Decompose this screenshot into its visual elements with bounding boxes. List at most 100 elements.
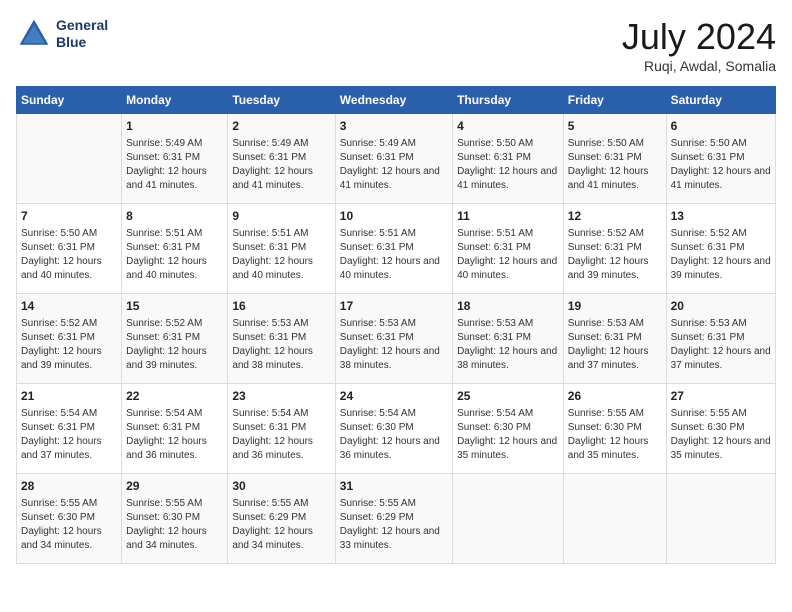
calendar-cell xyxy=(666,474,775,564)
calendar-cell: 12 Sunrise: 5:52 AMSunset: 6:31 PMDayligh… xyxy=(563,204,666,294)
day-info: Sunrise: 5:49 AMSunset: 6:31 PMDaylight:… xyxy=(126,137,223,193)
day-info: Sunrise: 5:55 AMSunset: 6:30 PMDaylight:… xyxy=(671,407,771,463)
calendar-cell: 19 Sunrise: 5:53 AMSunset: 6:31 PMDayligh… xyxy=(563,294,666,384)
day-info: Sunrise: 5:51 AMSunset: 6:31 PMDaylight:… xyxy=(340,227,448,283)
day-number: 23 xyxy=(232,388,330,405)
week-row-4: 28Sunrise: 5:55 AMSunset: 6:30 PMDayligh… xyxy=(17,474,776,564)
day-info: Sunrise: 5:49 AMSunset: 6:31 PMDaylight:… xyxy=(340,137,448,193)
day-number: 8 xyxy=(126,208,223,225)
calendar-cell: 13Sunrise: 5:52 AMSunset: 6:31 PMDayligh… xyxy=(666,204,775,294)
day-number: 31 xyxy=(340,478,448,495)
calendar-cell: 26Sunrise: 5:55 AMSunset: 6:30 PMDayligh… xyxy=(563,384,666,474)
calendar-cell: 5 Sunrise: 5:50 AMSunset: 6:31 PMDaylight… xyxy=(563,114,666,204)
day-number: 22 xyxy=(126,388,223,405)
calendar-cell: 10 Sunrise: 5:51 AMSunset: 6:31 PMDayligh… xyxy=(335,204,452,294)
day-info: Sunrise: 5:52 AMSunset: 6:31 PMDaylight:… xyxy=(21,317,117,373)
day-info: Sunrise: 5:54 AMSunset: 6:31 PMDaylight:… xyxy=(21,407,117,463)
logo-icon xyxy=(16,16,52,52)
calendar-cell: 22 Sunrise: 5:54 AMSunset: 6:31 PMDayligh… xyxy=(122,384,228,474)
day-number: 10 xyxy=(340,208,448,225)
day-number: 2 xyxy=(232,118,330,135)
day-number: 5 xyxy=(568,118,662,135)
day-info: Sunrise: 5:54 AMSunset: 6:30 PMDaylight:… xyxy=(340,407,448,463)
day-number: 1 xyxy=(126,118,223,135)
calendar-table: SundayMondayTuesdayWednesdayThursdayFrid… xyxy=(16,86,776,564)
week-row-3: 21 Sunrise: 5:54 AMSunset: 6:31 PMDayligh… xyxy=(17,384,776,474)
day-number: 15 xyxy=(126,298,223,315)
week-row-0: 1 Sunrise: 5:49 AMSunset: 6:31 PMDaylight… xyxy=(17,114,776,204)
day-info: Sunrise: 5:50 AMSunset: 6:31 PMDaylight:… xyxy=(457,137,559,193)
header-cell-friday: Friday xyxy=(563,87,666,114)
day-number: 20 xyxy=(671,298,771,315)
day-number: 13 xyxy=(671,208,771,225)
calendar-cell: 3 Sunrise: 5:49 AMSunset: 6:31 PMDaylight… xyxy=(335,114,452,204)
day-info: Sunrise: 5:55 AMSunset: 6:29 PMDaylight:… xyxy=(340,497,448,553)
day-number: 4 xyxy=(457,118,559,135)
header-cell-thursday: Thursday xyxy=(453,87,564,114)
day-number: 6 xyxy=(671,118,771,135)
calendar-cell: 1 Sunrise: 5:49 AMSunset: 6:31 PMDaylight… xyxy=(122,114,228,204)
header-cell-saturday: Saturday xyxy=(666,87,775,114)
day-number: 12 xyxy=(568,208,662,225)
day-info: Sunrise: 5:50 AMSunset: 6:31 PMDaylight:… xyxy=(671,137,771,193)
week-row-1: 7 Sunrise: 5:50 AMSunset: 6:31 PMDaylight… xyxy=(17,204,776,294)
day-info: Sunrise: 5:54 AMSunset: 6:30 PMDaylight:… xyxy=(457,407,559,463)
calendar-cell: 25 Sunrise: 5:54 AMSunset: 6:30 PMDayligh… xyxy=(453,384,564,474)
week-row-2: 14 Sunrise: 5:52 AMSunset: 6:31 PMDayligh… xyxy=(17,294,776,384)
day-number: 3 xyxy=(340,118,448,135)
calendar-title: July 2024 xyxy=(622,16,776,58)
day-number: 7 xyxy=(21,208,117,225)
day-info: Sunrise: 5:55 AMSunset: 6:29 PMDaylight:… xyxy=(232,497,330,553)
calendar-cell: 23 Sunrise: 5:54 AMSunset: 6:31 PMDayligh… xyxy=(228,384,335,474)
title-block: July 2024 Ruqi, Awdal, Somalia xyxy=(622,16,776,74)
day-info: Sunrise: 5:53 AMSunset: 6:31 PMDaylight:… xyxy=(457,317,559,373)
day-info: Sunrise: 5:53 AMSunset: 6:31 PMDaylight:… xyxy=(568,317,662,373)
page-header: General Blue July 2024 Ruqi, Awdal, Soma… xyxy=(16,16,776,74)
day-info: Sunrise: 5:50 AMSunset: 6:31 PMDaylight:… xyxy=(21,227,117,283)
day-info: Sunrise: 5:52 AMSunset: 6:31 PMDaylight:… xyxy=(568,227,662,283)
day-number: 25 xyxy=(457,388,559,405)
day-number: 18 xyxy=(457,298,559,315)
day-number: 14 xyxy=(21,298,117,315)
day-number: 27 xyxy=(671,388,771,405)
day-info: Sunrise: 5:53 AMSunset: 6:31 PMDaylight:… xyxy=(671,317,771,373)
calendar-cell: 6 Sunrise: 5:50 AMSunset: 6:31 PMDaylight… xyxy=(666,114,775,204)
calendar-cell: 8 Sunrise: 5:51 AMSunset: 6:31 PMDaylight… xyxy=(122,204,228,294)
calendar-cell xyxy=(453,474,564,564)
calendar-cell: 11Sunrise: 5:51 AMSunset: 6:31 PMDayligh… xyxy=(453,204,564,294)
day-info: Sunrise: 5:54 AMSunset: 6:31 PMDaylight:… xyxy=(232,407,330,463)
header-cell-monday: Monday xyxy=(122,87,228,114)
calendar-cell: 31 Sunrise: 5:55 AMSunset: 6:29 PMDayligh… xyxy=(335,474,452,564)
logo: General Blue xyxy=(16,16,108,52)
calendar-body: 1 Sunrise: 5:49 AMSunset: 6:31 PMDaylight… xyxy=(17,114,776,564)
day-info: Sunrise: 5:55 AMSunset: 6:30 PMDaylight:… xyxy=(21,497,117,553)
day-number: 11 xyxy=(457,208,559,225)
calendar-cell: 29Sunrise: 5:55 AMSunset: 6:30 PMDayligh… xyxy=(122,474,228,564)
calendar-cell: 30Sunrise: 5:55 AMSunset: 6:29 PMDayligh… xyxy=(228,474,335,564)
day-info: Sunrise: 5:53 AMSunset: 6:31 PMDaylight:… xyxy=(340,317,448,373)
calendar-cell: 24Sunrise: 5:54 AMSunset: 6:30 PMDayligh… xyxy=(335,384,452,474)
calendar-cell: 2Sunrise: 5:49 AMSunset: 6:31 PMDaylight… xyxy=(228,114,335,204)
day-info: Sunrise: 5:54 AMSunset: 6:31 PMDaylight:… xyxy=(126,407,223,463)
header-cell-sunday: Sunday xyxy=(17,87,122,114)
header-cell-tuesday: Tuesday xyxy=(228,87,335,114)
day-info: Sunrise: 5:50 AMSunset: 6:31 PMDaylight:… xyxy=(568,137,662,193)
day-info: Sunrise: 5:55 AMSunset: 6:30 PMDaylight:… xyxy=(568,407,662,463)
day-number: 21 xyxy=(21,388,117,405)
calendar-cell: 9Sunrise: 5:51 AMSunset: 6:31 PMDaylight… xyxy=(228,204,335,294)
calendar-cell: 28Sunrise: 5:55 AMSunset: 6:30 PMDayligh… xyxy=(17,474,122,564)
day-number: 19 xyxy=(568,298,662,315)
day-info: Sunrise: 5:51 AMSunset: 6:31 PMDaylight:… xyxy=(126,227,223,283)
day-number: 17 xyxy=(340,298,448,315)
day-info: Sunrise: 5:52 AMSunset: 6:31 PMDaylight:… xyxy=(126,317,223,373)
calendar-cell: 15 Sunrise: 5:52 AMSunset: 6:31 PMDayligh… xyxy=(122,294,228,384)
header-cell-wednesday: Wednesday xyxy=(335,87,452,114)
day-info: Sunrise: 5:51 AMSunset: 6:31 PMDaylight:… xyxy=(232,227,330,283)
calendar-cell xyxy=(17,114,122,204)
day-info: Sunrise: 5:55 AMSunset: 6:30 PMDaylight:… xyxy=(126,497,223,553)
calendar-cell: 16Sunrise: 5:53 AMSunset: 6:31 PMDayligh… xyxy=(228,294,335,384)
calendar-cell: 21 Sunrise: 5:54 AMSunset: 6:31 PMDayligh… xyxy=(17,384,122,474)
logo-line2: Blue xyxy=(56,34,108,51)
logo-line1: General xyxy=(56,17,108,34)
day-number: 16 xyxy=(232,298,330,315)
